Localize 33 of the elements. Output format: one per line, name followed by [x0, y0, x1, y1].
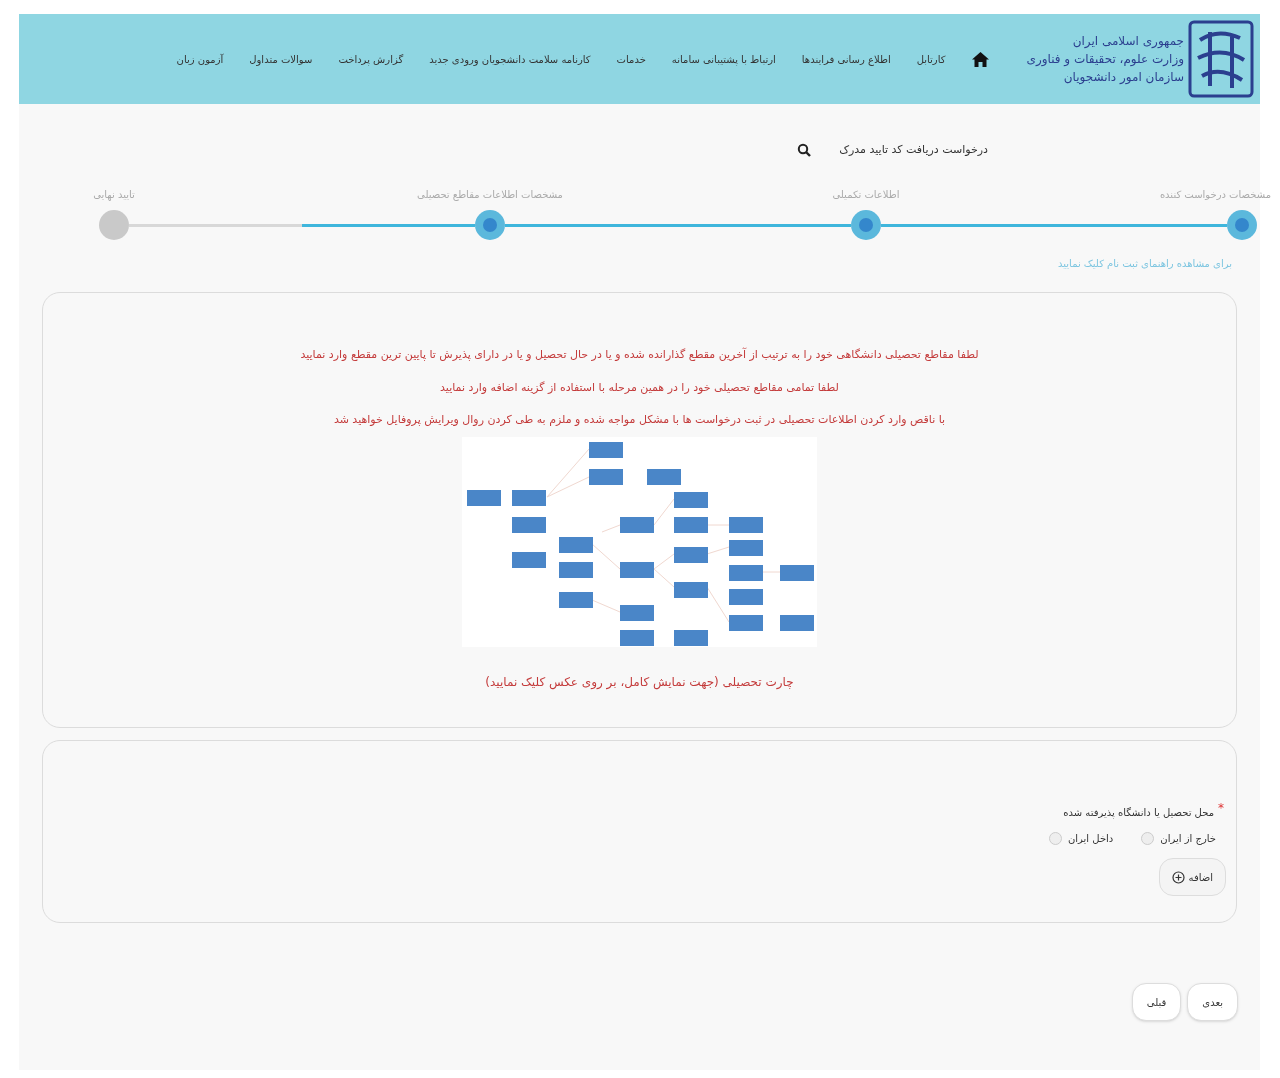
nav-link[interactable]: کارنامه سلامت دانشجویان ورودی جدید [429, 51, 591, 67]
step-label: مشخصات اطلاعات مقاطع تحصیلی [417, 188, 563, 202]
nav-link[interactable]: گزارش پرداخت [338, 51, 404, 67]
step-label: مشخصات درخواست کننده [1159, 188, 1271, 202]
nav-link[interactable]: سوالات متداول [249, 51, 313, 67]
add-button[interactable]: اضافه [1158, 858, 1226, 896]
organization-name: وزارت علوم، تحقیقات و فناوری [1026, 51, 1184, 68]
warning-text: با ناقص وارد کردن اطلاعات تحصیلی در ثبت درخواست ها با مشکل مواجه شده و ملزم به طی کردن روال ویرایش پروفایل خواهید شد [333, 412, 946, 428]
chart-caption[interactable]: چارت تحصیلی (جهت نمایش کامل، بر روی عکس کلیک نمایید) [485, 672, 794, 691]
nav-link[interactable]: آزمون زبان [176, 51, 224, 67]
warning-text: لطفا تمامی مقاطع تحصیلی خود را در همین مرحله با استفاده از گزینه اضافه وارد نمایید [440, 379, 839, 396]
plus-circle-icon [1171, 870, 1185, 884]
warning-text: لطفا مقاطع تحصیلی دانشگاهی خود را به ترتیب از آخرین مقطع گذارانده شده و یا در حال تحصیل و یا در دارای پذیرش تا پایین ترین مقطع وارد نمایید [300, 347, 979, 363]
nav-link[interactable]: خدمات [616, 51, 646, 67]
organization-name: سازمان امور دانشجویان [1062, 69, 1184, 86]
step-label: تایید نهایی [93, 188, 135, 202]
radio-label[interactable]: خارج از ایران [1160, 831, 1216, 846]
nav-button[interactable]: بعدی [1187, 983, 1238, 1021]
step-label: اطلاعات تکمیلی [832, 188, 900, 202]
nav-link[interactable]: کارتابل [916, 51, 946, 67]
search-icon[interactable] [797, 143, 812, 157]
page-title: درخواست دریافت کد تایید مدرک [839, 141, 988, 158]
field-label: محل تحصیل یا دانشگاه پذیرفته شده [1063, 805, 1214, 820]
flowchart-drawing[interactable] [462, 436, 817, 647]
required-mark: * [1218, 800, 1224, 817]
radio-label[interactable]: داخل ایران [1067, 831, 1114, 846]
radio-button[interactable] [1141, 832, 1155, 845]
nav-button[interactable]: قبلی [1131, 983, 1182, 1021]
nav-link[interactable]: ارتباط با پشتیبانی سامانه [671, 51, 776, 67]
organization-name: جمهوری اسلامی ایران [1071, 33, 1184, 50]
home-icon[interactable] [971, 51, 989, 67]
nav-link[interactable]: اطلاع رسانی فرایندها [801, 51, 891, 67]
radio-button[interactable] [1048, 832, 1062, 845]
